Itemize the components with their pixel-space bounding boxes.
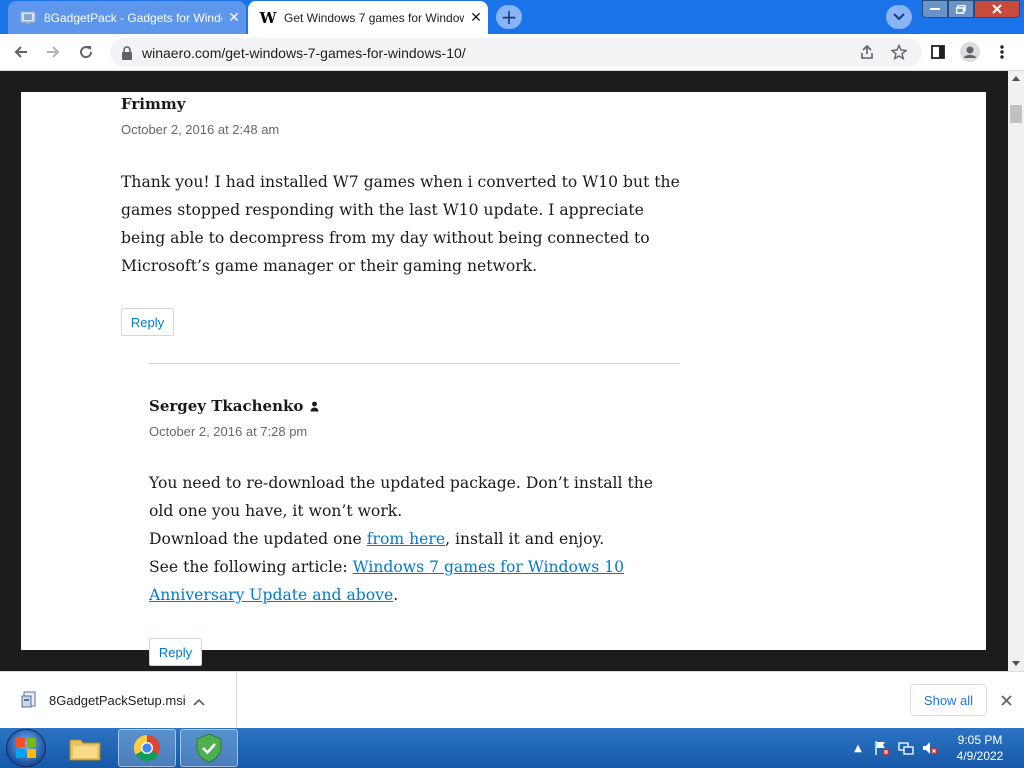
reply-button[interactable]: Reply — [149, 638, 202, 666]
from-here-link[interactable]: from here — [367, 530, 445, 548]
reply-line-3: See the following article: Windows 7 gam… — [149, 558, 625, 604]
reply-line-2: Download the updated one from here, inst… — [149, 530, 605, 548]
menu-button[interactable] — [987, 38, 1017, 66]
tab-title: 8GadgetPack - Gadgets for Windows 10 — [44, 10, 222, 25]
comment-date[interactable]: October 2, 2016 at 7:28 pm — [149, 424, 307, 439]
chrome-icon — [133, 734, 160, 762]
chevron-up-icon[interactable] — [189, 691, 209, 710]
tab-8gadgetpack[interactable]: 8GadgetPack - Gadgets for Windows 10 ✕ — [8, 1, 246, 34]
download-item[interactable]: 8GadgetPackSetup.msi — [0, 672, 237, 728]
taskbar-chrome[interactable] — [118, 729, 176, 767]
side-panel-icon — [931, 45, 945, 59]
share-button[interactable] — [852, 38, 882, 66]
address-bar[interactable]: winaero.com/get-windows-7-games-for-wind… — [110, 38, 922, 67]
winaero-favicon-icon: W — [259, 8, 277, 27]
tab-title: Get Windows 7 games for Windows 10 — [284, 10, 464, 25]
avatar-icon — [960, 42, 980, 62]
volume-muted-icon[interactable] — [922, 740, 938, 756]
gadget-favicon-icon — [20, 10, 36, 26]
forward-arrow-icon — [47, 46, 60, 58]
star-icon — [891, 44, 907, 60]
profile-button[interactable] — [955, 38, 985, 66]
tab-close-icon[interactable]: ✕ — [464, 9, 488, 26]
minimize-icon — [930, 8, 940, 10]
comments-card: Frimmy October 2, 2016 at 2:48 am Thank … — [21, 92, 986, 666]
windows-taskbar: ▲ 9:05 PM 4/9/2022 — [0, 728, 1024, 768]
restore-icon — [956, 4, 966, 14]
reply-line-1: You need to re-download the updated pack… — [149, 474, 653, 520]
windows-logo-icon — [16, 738, 36, 758]
tab-winaero[interactable]: W Get Windows 7 games for Windows 10 ✕ — [248, 1, 488, 34]
back-button[interactable] — [6, 38, 36, 66]
page-viewport: Frimmy October 2, 2016 at 2:48 am Thank … — [0, 71, 1008, 671]
reply-button[interactable]: Reply — [121, 308, 174, 336]
close-icon — [992, 4, 1002, 14]
taskbar-explorer[interactable] — [56, 729, 114, 767]
lock-icon — [122, 45, 132, 60]
taskbar-security[interactable] — [180, 729, 238, 767]
maximize-button[interactable] — [948, 0, 974, 18]
action-center-flag-icon[interactable] — [874, 740, 890, 756]
comment-divider — [149, 363, 680, 364]
browser-toolbar: winaero.com/get-windows-7-games-for-wind… — [0, 34, 1024, 71]
bookmark-button[interactable] — [884, 38, 914, 66]
network-icon[interactable] — [898, 740, 914, 756]
tab-strip: 8GadgetPack - Gadgets for Windows 10 ✕ W… — [0, 0, 1024, 34]
page-scrollbar[interactable] — [1008, 71, 1024, 671]
forward-button[interactable] — [38, 38, 68, 66]
tray-expand-icon[interactable]: ▲ — [850, 740, 866, 756]
show-all-button[interactable]: Show all — [910, 684, 987, 716]
scroll-up-icon[interactable] — [1012, 76, 1020, 81]
folder-icon — [69, 739, 101, 761]
taskbar-clock[interactable]: 9:05 PM 4/9/2022 — [946, 732, 1014, 764]
close-window-button[interactable] — [974, 0, 1020, 18]
comment-author[interactable]: Sergey Tkachenko — [149, 397, 303, 415]
msi-file-icon — [20, 691, 38, 709]
minimize-button[interactable] — [922, 0, 948, 18]
close-download-shelf-button[interactable] — [996, 688, 1016, 712]
reload-icon — [80, 46, 93, 59]
share-icon — [861, 44, 873, 59]
comment-date[interactable]: October 2, 2016 at 2:48 am — [121, 122, 279, 137]
url-text: winaero.com/get-windows-7-games-for-wind… — [142, 44, 466, 61]
new-tab-button[interactable]: + — [496, 5, 522, 29]
scroll-down-icon[interactable] — [1012, 661, 1020, 666]
download-filename: 8GadgetPackSetup.msi — [49, 692, 186, 708]
comment-body: Thank you! I had installed W7 games when… — [121, 173, 680, 275]
side-panel-button[interactable] — [923, 38, 953, 66]
scroll-thumb[interactable] — [1010, 105, 1022, 123]
author-user-icon — [310, 401, 319, 411]
tab-search-button[interactable] — [886, 5, 912, 29]
start-button[interactable] — [6, 729, 46, 767]
more-vert-icon — [1000, 45, 1004, 59]
comment-body: You need to re-download the updated pack… — [149, 469, 669, 609]
comment-author-row: Sergey Tkachenko — [149, 397, 319, 415]
clock-time: 9:05 PM — [957, 733, 1003, 747]
tab-close-icon[interactable]: ✕ — [222, 9, 246, 26]
comment-author[interactable]: Frimmy — [121, 95, 185, 113]
close-icon — [1000, 694, 1012, 706]
chevron-down-icon — [893, 13, 905, 21]
back-arrow-icon — [14, 46, 27, 58]
download-shelf: 8GadgetPackSetup.msi Show all — [0, 671, 1024, 728]
clock-date: 4/9/2022 — [956, 749, 1004, 763]
shield-icon — [196, 733, 222, 763]
reload-button[interactable] — [71, 38, 101, 66]
